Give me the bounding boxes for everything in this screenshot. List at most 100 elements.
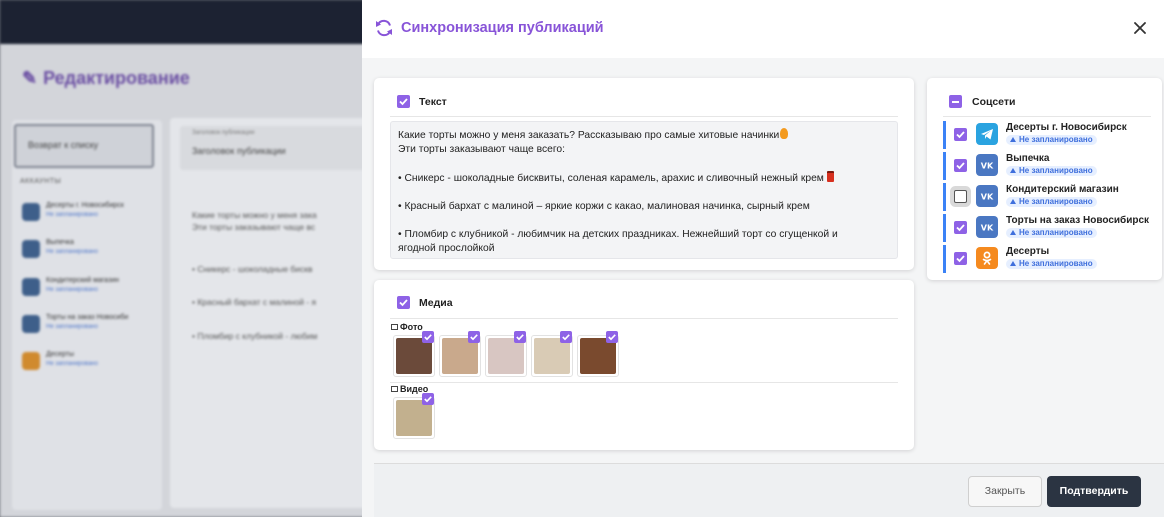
thumbnail-checkbox[interactable] <box>422 331 434 343</box>
account-name: Десерты г. Новосибирск <box>1006 122 1127 133</box>
warning-icon <box>1010 199 1016 204</box>
image-icon <box>391 324 398 330</box>
bg-account-status: Не запланировано <box>46 361 98 367</box>
vk-icon: VK <box>976 154 998 176</box>
social-account-row[interactable]: VK Выпечка Не запланировано <box>943 152 1153 180</box>
sync-modal: Синхронизация публикаций Текст Какие тор… <box>362 0 1164 517</box>
status-text: Не запланировано <box>1019 166 1093 175</box>
bg-account-item[interactable]: Десерты г. Новосибирск Не запланировано <box>18 199 158 227</box>
account-name: Выпечка <box>1006 153 1050 164</box>
close-icon[interactable] <box>1132 20 1148 36</box>
bg-account-item[interactable]: Выпечка Не запланировано <box>18 236 158 264</box>
account-name: Десерты <box>1006 246 1050 257</box>
thumbnail-checkbox[interactable] <box>514 331 526 343</box>
text-line: Какие торты можно у меня заказать? Расск… <box>398 130 780 141</box>
status-text: Не запланировано <box>1019 228 1093 237</box>
divider <box>390 382 898 383</box>
bg-account-item[interactable]: Кондитерский магазин Не запланировано <box>18 274 158 302</box>
svg-text:VK: VK <box>981 162 994 171</box>
thumbnail-checkbox[interactable] <box>468 331 480 343</box>
thumbnail-image <box>442 338 478 374</box>
text-line: • Красный бархат с малиной – яркие коржи… <box>398 201 810 212</box>
warning-icon <box>1010 137 1016 142</box>
status-badge: Не запланировано <box>1006 166 1097 176</box>
modal-header: Синхронизация публикаций <box>362 0 1164 58</box>
media-section-title: Медиа <box>419 297 453 309</box>
post-title-label: Заголовок публикации <box>192 130 255 136</box>
warning-icon <box>1010 261 1016 266</box>
divider <box>943 116 1151 117</box>
media-section-checkbox[interactable] <box>397 296 410 309</box>
bg-text-line: Эти торты заказывают чаще вс <box>192 222 316 232</box>
account-avatar-icon <box>22 352 40 370</box>
bg-account-status: Не запланировано <box>46 249 98 255</box>
social-account-row[interactable]: VK Торты на заказ Новосибирск Не запланиро… <box>943 214 1153 242</box>
account-checkbox[interactable] <box>954 159 967 172</box>
bg-text-line: • Красный бархат с малиной - я <box>192 297 317 307</box>
account-avatar-icon <box>22 240 40 258</box>
text-line: Эти торты заказывают чаще всего: <box>398 144 565 155</box>
vk-icon: VK <box>976 185 998 207</box>
account-checkbox[interactable] <box>954 221 967 234</box>
bg-text-line: • Сникерс - шоколадные бискв <box>192 264 313 274</box>
account-name: Торты на заказ Новосибирск <box>1006 215 1150 226</box>
pencil-icon: ✎ <box>22 68 38 88</box>
text-line: • Пломбир с клубникой - любимчик на детс… <box>398 229 838 240</box>
account-avatar-icon <box>22 278 40 296</box>
status-badge: Не запланировано <box>1006 135 1097 145</box>
modal-footer <box>374 463 1164 517</box>
battery-emoji-icon <box>826 171 834 182</box>
bg-text-line: • Пломбир с клубникой - любим <box>192 331 318 341</box>
bg-account-item[interactable]: Десерты Не запланировано <box>18 348 158 376</box>
vk-icon: VK <box>976 216 998 238</box>
account-checkbox[interactable] <box>954 190 967 203</box>
thumbnail-image <box>396 338 432 374</box>
thumbnail-image <box>534 338 570 374</box>
social-account-row[interactable]: Десерты Не запланировано <box>943 245 1153 273</box>
bg-account-status: Не запланировано <box>46 287 98 293</box>
bg-account-status: Не запланировано <box>46 212 98 218</box>
post-title-field[interactable]: Заголовок публикации Заголовок публикации <box>180 126 380 170</box>
status-text: Не запланировано <box>1019 197 1093 206</box>
post-title-value: Заголовок публикации <box>192 146 286 156</box>
confirm-button[interactable]: Подтвердить <box>1047 476 1141 507</box>
bg-account-status: Не запланировано <box>46 324 98 330</box>
status-badge: Не запланировано <box>1006 259 1097 269</box>
svg-text:VK: VK <box>981 224 994 233</box>
social-section-card: Соцсети Десерты г. Новосибирск Не заплани… <box>927 78 1162 280</box>
page-title: ✎ Редактирование <box>22 68 190 88</box>
thumbnail-checkbox[interactable] <box>606 331 618 343</box>
back-button-label: Возврат к списку <box>28 140 99 150</box>
media-section-card: Медиа Фото Видео <box>374 280 914 450</box>
modal-title: Синхронизация публикаций <box>401 20 604 36</box>
thumbnail-image <box>396 400 432 436</box>
telegram-icon <box>976 123 998 145</box>
social-section-checkbox[interactable] <box>949 95 962 108</box>
account-avatar-icon <box>22 203 40 221</box>
bg-text-line: Какие торты можно у меня зака <box>192 210 317 220</box>
status-badge: Не запланировано <box>1006 228 1097 238</box>
photo-group-label: Фото <box>391 322 423 332</box>
status-text: Не запланировано <box>1019 135 1093 144</box>
warning-icon <box>1010 230 1016 235</box>
thumbnail-checkbox[interactable] <box>422 393 434 405</box>
account-checkbox[interactable] <box>954 128 967 141</box>
fire-emoji-icon <box>780 128 789 139</box>
accounts-section-label: АККАУНТЫ <box>20 178 62 185</box>
close-button[interactable]: Закрыть <box>968 476 1042 507</box>
thumbnail-image <box>580 338 616 374</box>
back-to-list-button[interactable]: Возврат к списку <box>14 124 154 168</box>
status-badge: Не запланировано <box>1006 197 1097 207</box>
video-icon <box>391 386 398 392</box>
warning-icon <box>1010 168 1016 173</box>
account-avatar-icon <box>22 315 40 333</box>
account-name: Кондитерский магазин <box>1006 184 1119 195</box>
text-section-checkbox[interactable] <box>397 95 410 108</box>
account-checkbox[interactable] <box>954 252 967 265</box>
social-account-row[interactable]: VK Кондитерский магазин Не запланировано <box>943 183 1153 211</box>
post-text-content[interactable]: Какие торты можно у меня заказать? Расск… <box>390 121 898 259</box>
thumbnail-checkbox[interactable] <box>560 331 572 343</box>
bg-account-item[interactable]: Торты на заказ Новосиби Не запланировано <box>18 311 158 339</box>
social-account-row[interactable]: Десерты г. Новосибирск Не запланировано <box>943 121 1153 149</box>
bg-account-name: Торты на заказ Новосиби <box>46 314 129 321</box>
